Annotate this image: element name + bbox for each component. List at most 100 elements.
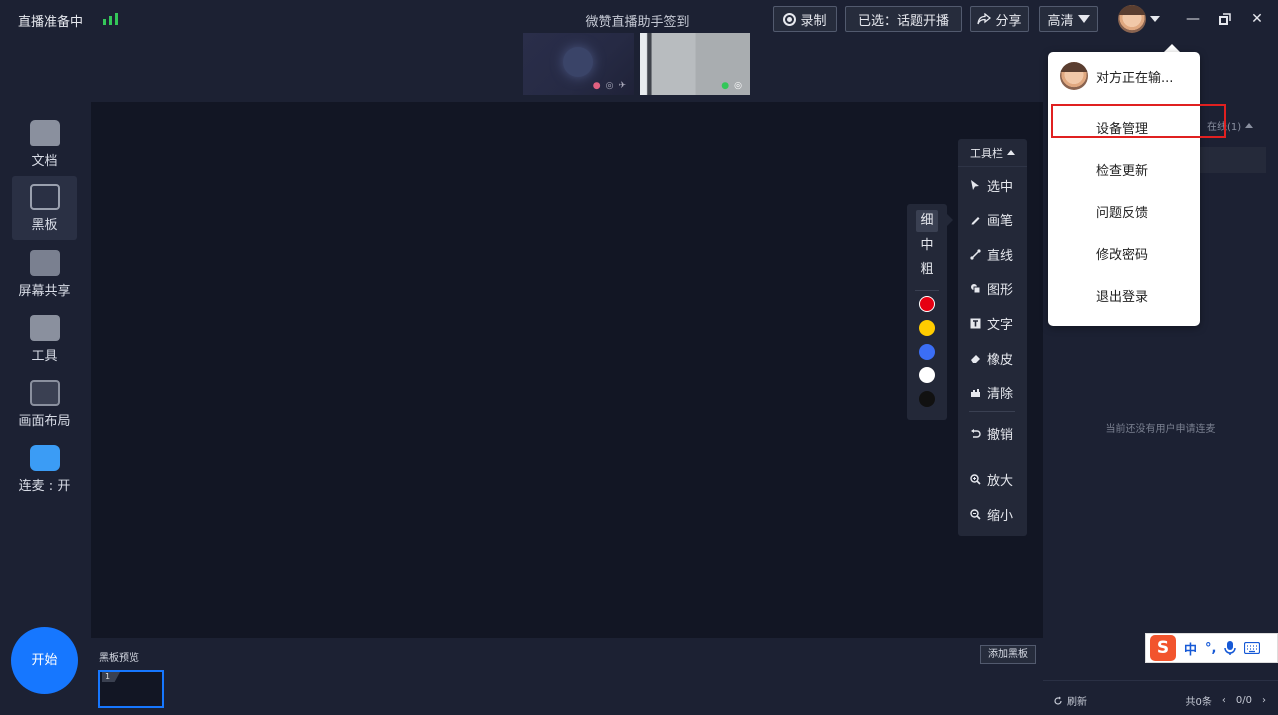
thumb-number: 1 bbox=[102, 672, 120, 682]
text-icon bbox=[970, 318, 981, 328]
chevron-down-icon bbox=[1077, 15, 1090, 23]
share-button[interactable]: 分享 bbox=[970, 6, 1029, 32]
shape-icon bbox=[971, 283, 981, 293]
tool-select[interactable]: 选中 bbox=[958, 173, 1027, 197]
tool-text[interactable]: 文字 bbox=[958, 311, 1027, 335]
chevron-up-icon bbox=[1245, 123, 1254, 128]
sidebar-item-documents[interactable]: 文档 bbox=[12, 112, 77, 176]
pagination: 共0条 ‹ 0/0 › bbox=[1186, 693, 1266, 708]
folder-icon bbox=[29, 120, 60, 146]
tool-zoom-out[interactable]: 缩小 bbox=[958, 502, 1027, 526]
menu-item-check-update[interactable]: 检查更新 bbox=[1096, 160, 1148, 179]
menu-avatar bbox=[1060, 62, 1088, 90]
share-label: 分享 bbox=[995, 13, 1022, 29]
selected-topic-button[interactable]: 已选：话题开播 bbox=[845, 6, 962, 32]
zoom-out-icon bbox=[970, 508, 981, 520]
pen-size-medium[interactable]: 中 bbox=[916, 235, 938, 257]
prev-page-icon[interactable]: ‹ bbox=[1222, 695, 1226, 706]
top-bar: 直播准备中 微赞直播助手签到 录制 已选：话题开播 分享 高清 — ✕ bbox=[0, 0, 1278, 38]
chat-icon bbox=[29, 445, 60, 471]
next-page-icon[interactable]: › bbox=[1262, 695, 1266, 706]
pen-size-thin[interactable]: 细 bbox=[916, 210, 938, 232]
pen-options-panel: 细 中 粗 bbox=[907, 204, 953, 420]
total-count: 共0条 bbox=[1185, 697, 1212, 708]
screen-share-icon bbox=[29, 250, 60, 276]
avatar-menu-chevron-icon[interactable] bbox=[1150, 16, 1160, 22]
tool-clear[interactable]: 清除 bbox=[958, 380, 1027, 404]
sidebar-item-layout[interactable]: 画面布局 bbox=[12, 372, 77, 436]
quality-label: 高清 bbox=[1047, 13, 1074, 29]
record-label: 录制 bbox=[800, 13, 827, 29]
mic-icon: ● bbox=[592, 81, 601, 91]
color-swatch-blue[interactable] bbox=[919, 344, 935, 360]
menu-user-row: 对方正在输... bbox=[1060, 62, 1173, 90]
user-avatar[interactable] bbox=[1118, 5, 1146, 33]
mic-icon[interactable] bbox=[1224, 640, 1237, 656]
tool-shape[interactable]: 图形 bbox=[958, 276, 1027, 300]
sidebar-item-tools[interactable]: 工具 bbox=[12, 307, 77, 371]
page-indicator: 0/0 bbox=[1235, 695, 1252, 706]
blackboard-icon bbox=[29, 184, 60, 210]
minimize-icon[interactable]: — bbox=[1183, 9, 1203, 29]
pen-icon bbox=[971, 216, 980, 224]
color-swatch-yellow[interactable] bbox=[919, 320, 935, 336]
video-thumbnail[interactable]: ● ◎ ✈ bbox=[523, 33, 634, 95]
color-swatch-red[interactable] bbox=[919, 296, 935, 312]
mic-icon: ● bbox=[721, 81, 730, 91]
share-icon bbox=[977, 13, 992, 25]
pin-icon: ✈ bbox=[618, 81, 626, 91]
ime-punctuation[interactable]: °, bbox=[1205, 641, 1216, 656]
live-status: 直播准备中 bbox=[18, 15, 84, 30]
board-preview-panel: 黑板预览 添加黑板 1 bbox=[91, 638, 1043, 715]
video-thumbnail[interactable]: ● ◎ bbox=[640, 33, 750, 95]
signal-icon bbox=[103, 13, 118, 25]
preview-label: 黑板预览 bbox=[99, 653, 139, 664]
drawing-toolbar: 工具栏 选中 画笔 直线 图形 文字 橡皮 清除 撤销 放大 缩小 bbox=[958, 139, 1027, 536]
pen-size-thick[interactable]: 粗 bbox=[916, 259, 938, 281]
menu-item-logout[interactable]: 退出登录 bbox=[1096, 286, 1148, 305]
collapse-icon bbox=[1007, 150, 1015, 155]
eraser-icon bbox=[971, 354, 980, 363]
sidebar-item-screen-share[interactable]: 屏幕共享 bbox=[12, 242, 77, 306]
ime-toolbar[interactable]: S 中 °, bbox=[1145, 633, 1278, 663]
refresh-button[interactable]: 刷新 bbox=[1053, 693, 1087, 708]
board-thumbnail[interactable]: 1 bbox=[98, 670, 164, 708]
camera-icon: ◎ bbox=[734, 81, 742, 91]
ime-chinese-mode[interactable]: 中 bbox=[1184, 639, 1197, 658]
add-board-button[interactable]: 添加黑板 bbox=[980, 645, 1036, 664]
zoom-in-icon bbox=[970, 473, 981, 485]
tool-undo[interactable]: 撤销 bbox=[958, 421, 1027, 445]
undo-icon bbox=[971, 428, 981, 438]
app-title: 微赞直播助手签到 bbox=[585, 15, 690, 30]
color-swatch-white[interactable] bbox=[919, 367, 935, 383]
list-footer: 刷新 共0条 ‹ 0/0 › bbox=[1043, 680, 1278, 715]
sogou-logo-icon[interactable]: S bbox=[1150, 635, 1176, 661]
record-icon bbox=[783, 12, 797, 26]
line-icon bbox=[970, 248, 981, 260]
layout-icon bbox=[29, 380, 60, 406]
close-icon[interactable]: ✕ bbox=[1247, 9, 1267, 29]
empty-state-text: 当前还没有用户申请连麦 bbox=[1105, 424, 1216, 435]
user-status-text: 对方正在输... bbox=[1096, 70, 1174, 86]
blackboard-canvas[interactable] bbox=[91, 102, 1043, 638]
sidebar-item-blackboard[interactable]: 黑板 bbox=[12, 176, 77, 240]
menu-item-feedback[interactable]: 问题反馈 bbox=[1096, 202, 1148, 221]
clear-icon bbox=[971, 388, 980, 397]
cursor-icon bbox=[971, 179, 979, 190]
sidebar-item-co-host[interactable]: 连麦 : 开 bbox=[12, 437, 77, 501]
quality-select[interactable]: 高清 bbox=[1039, 6, 1098, 32]
tool-zoom-in[interactable]: 放大 bbox=[958, 467, 1027, 491]
record-button[interactable]: 录制 bbox=[773, 6, 837, 32]
menu-item-change-password[interactable]: 修改密码 bbox=[1096, 244, 1148, 263]
toolbar-header[interactable]: 工具栏 bbox=[958, 139, 1027, 167]
tool-pen[interactable]: 画笔 bbox=[958, 207, 1027, 231]
restore-icon[interactable] bbox=[1215, 9, 1235, 29]
left-sidebar: 文档 黑板 屏幕共享 工具 画面布局 连麦 : 开 bbox=[0, 102, 91, 715]
tool-eraser[interactable]: 橡皮 bbox=[958, 346, 1027, 370]
tool-line[interactable]: 直线 bbox=[958, 242, 1027, 266]
toolbox-icon bbox=[29, 315, 60, 341]
color-swatch-black[interactable] bbox=[919, 391, 935, 407]
refresh-icon bbox=[1054, 696, 1062, 705]
start-button[interactable]: 开始 bbox=[11, 627, 78, 694]
keyboard-icon[interactable] bbox=[1244, 642, 1261, 654]
